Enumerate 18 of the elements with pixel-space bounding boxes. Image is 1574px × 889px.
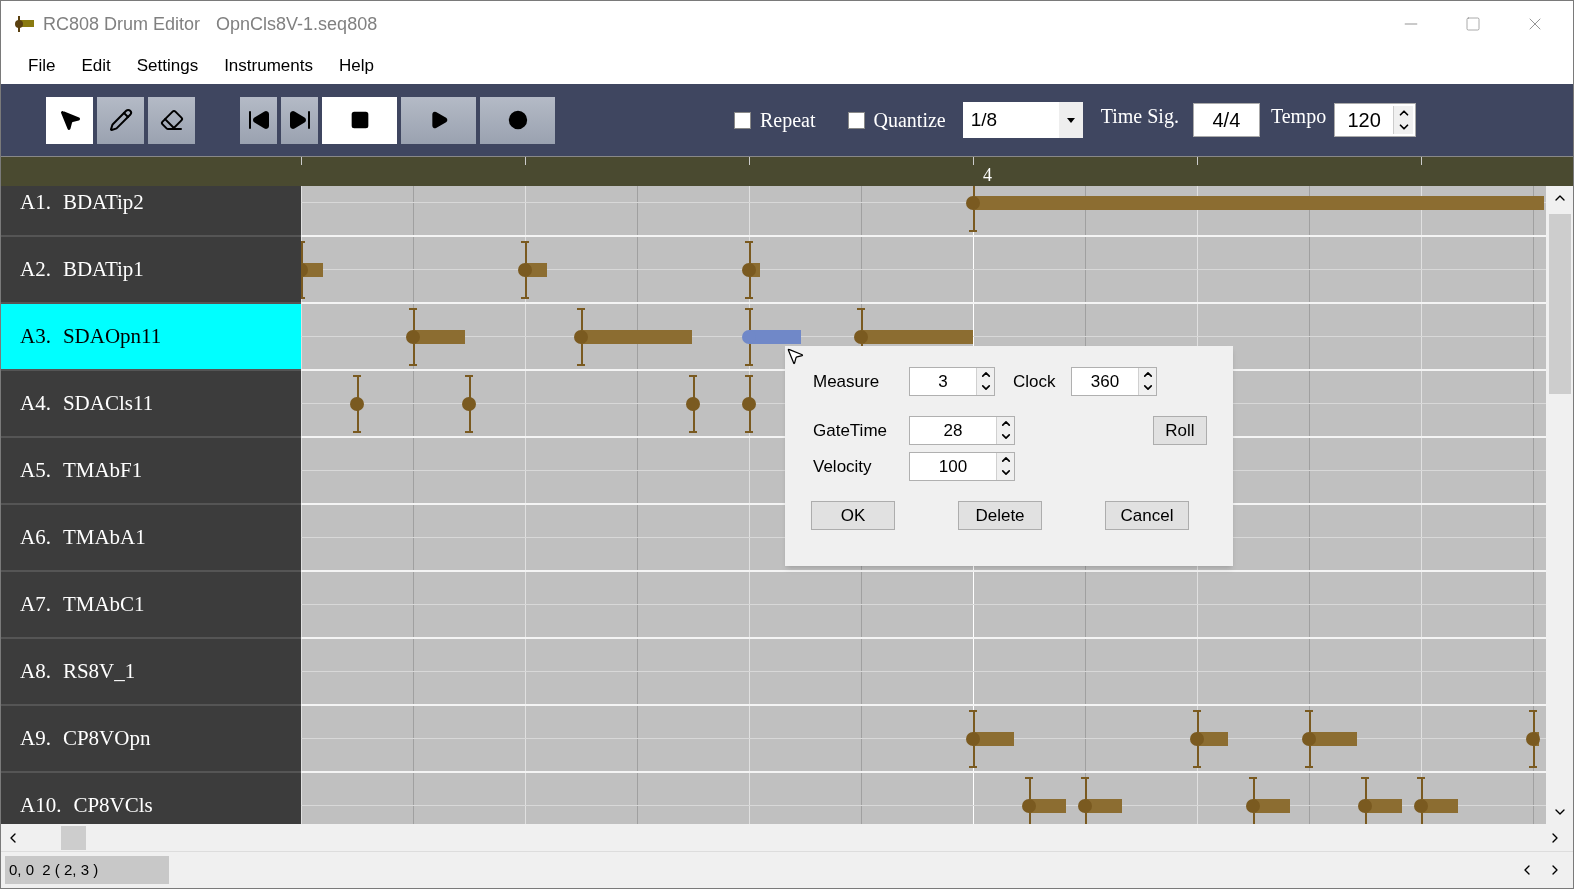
field-label: GateTime <box>813 419 888 442</box>
file-name: OpnCls8V-1.seq808 <box>216 12 378 36</box>
option-label: Repeat <box>760 108 816 134</box>
spin-value: 28 <box>942 420 964 442</box>
tempo-value: 120 <box>1346 108 1382 133</box>
field-label: Measure <box>813 370 881 393</box>
option-label: Quantize <box>873 108 946 133</box>
tempo-label: Tempo <box>1270 104 1327 130</box>
spin-value: 360 <box>1089 371 1121 393</box>
dropdown-value: 1/8 <box>969 107 999 132</box>
window-title: RC808 Drum Editor <box>43 12 201 36</box>
status-text: 0, 0 2 ( 2, 3 ) <box>5 856 169 884</box>
measure-number: 4 <box>983 166 992 184</box>
field-label: Velocity <box>813 455 873 478</box>
spin-value: 3 <box>937 371 949 393</box>
spin-value: 100 <box>937 456 969 478</box>
field-label: Clock <box>1013 370 1057 393</box>
time-sig-label: Time Sig. <box>1100 104 1179 130</box>
